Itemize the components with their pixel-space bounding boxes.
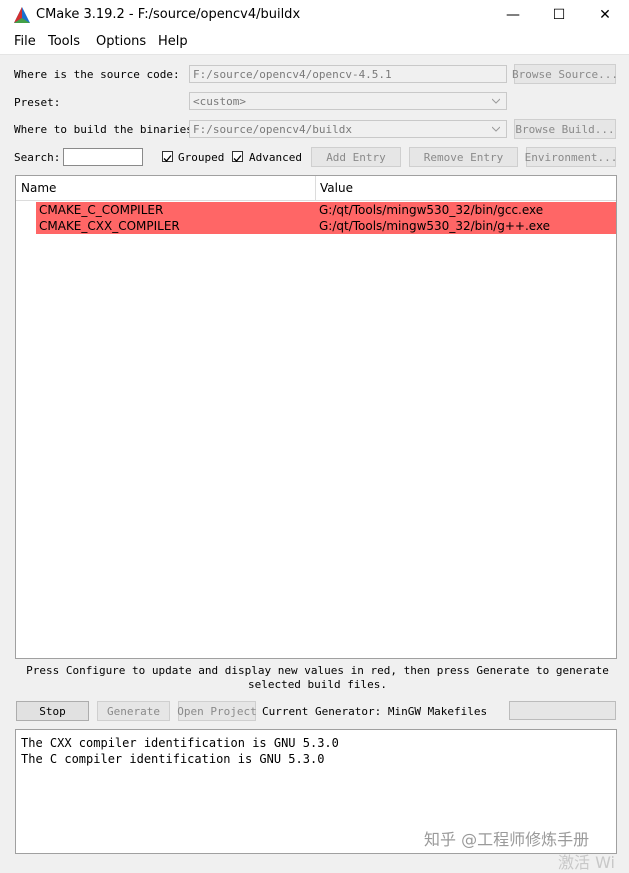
chevron-down-icon bbox=[492, 126, 500, 132]
menu-tools[interactable]: Tools bbox=[48, 34, 80, 49]
stop-button[interactable]: Stop bbox=[16, 701, 89, 721]
browse-build-button[interactable]: Browse Build... bbox=[514, 119, 616, 139]
table-header: Name Value bbox=[16, 176, 616, 201]
row-name: CMAKE_CXX_COMPILER bbox=[39, 219, 180, 233]
current-generator-label: Current Generator: MinGW Makefiles bbox=[262, 705, 488, 718]
source-label: Where is the source code: bbox=[14, 68, 180, 81]
output-line: The CXX compiler identification is GNU 5… bbox=[21, 736, 339, 750]
checkmark-icon bbox=[233, 155, 242, 162]
close-button[interactable]: ✕ bbox=[582, 0, 628, 30]
maximize-button[interactable]: ☐ bbox=[536, 0, 582, 30]
hint-text: Press Configure to update and display ne… bbox=[26, 664, 609, 691]
advanced-label: Advanced bbox=[249, 151, 302, 164]
source-path-input[interactable]: F:/source/opencv4/opencv-4.5.1 bbox=[189, 65, 507, 83]
environment-button[interactable]: Environment... bbox=[525, 147, 617, 167]
activation-watermark: 激活 Wi bbox=[558, 853, 616, 872]
row-value: G:/qt/Tools/mingw530_32/bin/gcc.exe bbox=[319, 203, 544, 217]
preset-value: <custom> bbox=[193, 95, 246, 108]
open-project-button[interactable]: Open Project bbox=[177, 701, 257, 721]
grouped-checkbox[interactable] bbox=[162, 151, 173, 162]
output-line: The C compiler identification is GNU 5.3… bbox=[21, 752, 325, 766]
search-input[interactable] bbox=[63, 148, 143, 166]
column-header-value[interactable]: Value bbox=[320, 181, 353, 195]
column-header-name[interactable]: Name bbox=[21, 181, 56, 195]
build-label: Where to build the binaries: bbox=[14, 123, 200, 136]
menu-help[interactable]: Help bbox=[158, 34, 188, 49]
watermark-text: 知乎 @工程师修炼手册 bbox=[424, 830, 590, 849]
add-entry-button[interactable]: Add Entry bbox=[311, 147, 401, 167]
advanced-checkbox[interactable] bbox=[232, 151, 243, 162]
maximize-icon: ☐ bbox=[552, 7, 566, 23]
table-row[interactable]: CMAKE_C_COMPILER G:/qt/Tools/mingw530_32… bbox=[36, 202, 616, 218]
browse-source-button[interactable]: Browse Source... bbox=[512, 64, 618, 84]
progress-bar bbox=[509, 701, 616, 720]
cache-table[interactable]: Name Value CMAKE_C_COMPILER G:/qt/Tools/… bbox=[15, 175, 617, 659]
build-path-select[interactable]: F:/source/opencv4/buildx bbox=[189, 120, 507, 138]
build-path-value: F:/source/opencv4/buildx bbox=[193, 123, 352, 136]
search-label: Search: bbox=[14, 151, 61, 164]
close-icon: ✕ bbox=[599, 7, 611, 23]
generate-button[interactable]: Generate bbox=[97, 701, 170, 721]
menu-file[interactable]: File bbox=[14, 34, 36, 49]
remove-entry-button[interactable]: Remove Entry bbox=[409, 147, 518, 167]
grouped-label: Grouped bbox=[178, 151, 225, 164]
menu-options[interactable]: Options bbox=[96, 34, 146, 49]
menu-bar: File Tools Options Help bbox=[0, 30, 629, 55]
minimize-icon: — bbox=[506, 7, 520, 23]
window-title: CMake 3.19.2 - F:/source/opencv4/buildx bbox=[36, 7, 301, 22]
chevron-down-icon bbox=[492, 98, 500, 104]
table-row[interactable]: CMAKE_CXX_COMPILER G:/qt/Tools/mingw530_… bbox=[36, 218, 616, 234]
cmake-logo-icon bbox=[14, 7, 30, 23]
preset-select[interactable]: <custom> bbox=[189, 92, 507, 110]
minimize-button[interactable]: — bbox=[490, 0, 536, 30]
row-value: G:/qt/Tools/mingw530_32/bin/g++.exe bbox=[319, 219, 551, 233]
preset-label: Preset: bbox=[14, 96, 61, 109]
row-name: CMAKE_C_COMPILER bbox=[39, 203, 164, 217]
title-bar: CMake 3.19.2 - F:/source/opencv4/buildx … bbox=[0, 0, 629, 30]
checkmark-icon bbox=[163, 155, 172, 162]
column-divider[interactable] bbox=[315, 176, 316, 200]
